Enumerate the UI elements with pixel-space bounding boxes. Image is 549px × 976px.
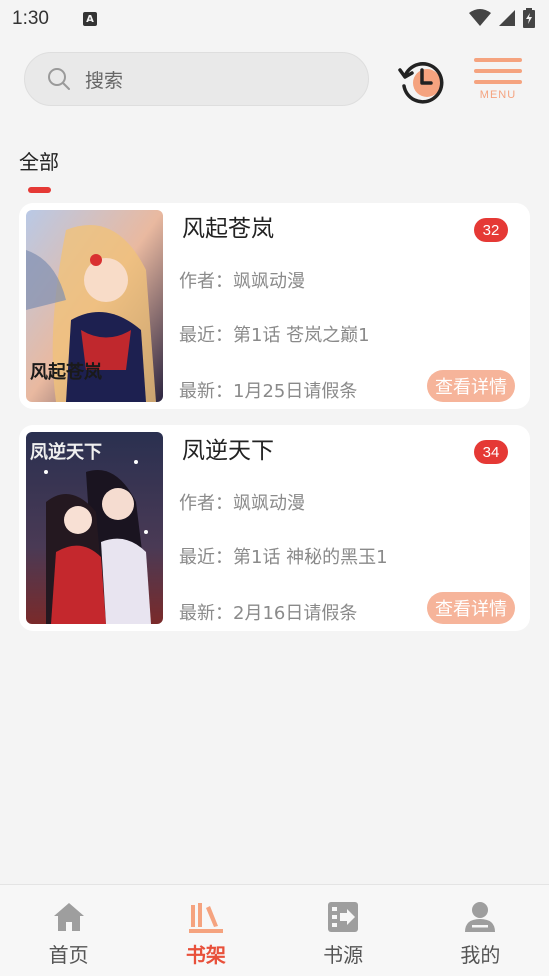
unread-badge: 34 xyxy=(474,440,508,464)
book-recent-chapter: 最近：第1话 神秘的黑玉1 xyxy=(179,547,388,568)
book-author: 作者：飒飒动漫 xyxy=(179,271,305,292)
book-source-icon xyxy=(328,902,359,932)
history-button[interactable] xyxy=(397,56,445,104)
status-time: 1:30 xyxy=(12,8,49,29)
search-icon xyxy=(48,68,70,90)
book-author: 作者：飒飒动漫 xyxy=(179,493,305,514)
menu-icon xyxy=(474,58,522,62)
book-card[interactable]: 凤逆天下 凤逆天下 34 作者：飒飒动漫 最近：第1话 神秘的黑玉1 最新：2月… xyxy=(19,425,530,631)
bookshelf-icon xyxy=(188,903,223,933)
nav-item-home[interactable]: 首页 xyxy=(0,885,137,976)
menu-button[interactable]: MENU xyxy=(472,58,524,106)
profile-icon xyxy=(465,902,496,932)
cover-title-art: 风起苍岚 xyxy=(30,361,102,383)
book-recent-chapter: 最近：第1话 苍岚之巅1 xyxy=(179,325,370,346)
tab-indicator xyxy=(28,187,51,193)
view-details-button[interactable]: 查看详情 xyxy=(427,592,515,624)
bottom-nav: 首页 书架 书源 我的 xyxy=(0,884,549,976)
unread-badge: 32 xyxy=(474,218,508,242)
book-title: 风起苍岚 xyxy=(182,216,274,242)
book-card[interactable]: 风起苍岚 风起苍岚 32 作者：飒飒动漫 最近：第1话 苍岚之巅1 最新：1月2… xyxy=(19,203,530,409)
book-latest-chapter: 最新：1月25日请假条 xyxy=(179,381,358,402)
nav-item-bookshelf[interactable]: 书架 xyxy=(137,885,274,976)
menu-label: MENU xyxy=(479,89,517,101)
book-cover[interactable]: 凤逆天下 xyxy=(26,432,163,624)
tab-all[interactable]: 全部 xyxy=(19,146,59,175)
battery-icon xyxy=(523,8,535,28)
nav-label-home: 首页 xyxy=(48,943,89,967)
book-cover[interactable]: 风起苍岚 xyxy=(26,210,163,402)
nav-item-book-source[interactable]: 书源 xyxy=(275,885,412,976)
view-details-button[interactable]: 查看详情 xyxy=(427,370,515,402)
wifi-icon xyxy=(469,9,491,26)
nav-item-profile[interactable]: 我的 xyxy=(412,885,549,976)
book-latest-chapter: 最新：2月16日请假条 xyxy=(179,603,358,624)
signal-icon xyxy=(499,10,515,26)
search-input[interactable]: 搜索 xyxy=(24,52,369,106)
nav-label-book-source: 书源 xyxy=(323,943,364,967)
cover-title-art: 凤逆天下 xyxy=(30,441,102,463)
history-icon xyxy=(398,62,444,104)
home-icon xyxy=(53,903,84,931)
status-icons xyxy=(469,8,535,28)
nav-label-profile: 我的 xyxy=(460,943,501,967)
book-title: 凤逆天下 xyxy=(182,438,274,464)
search-placeholder: 搜索 xyxy=(85,69,124,92)
nav-label-bookshelf: 书架 xyxy=(185,943,226,967)
status-bar: 1:30 A xyxy=(0,0,549,38)
notification-icon: A xyxy=(82,12,97,26)
